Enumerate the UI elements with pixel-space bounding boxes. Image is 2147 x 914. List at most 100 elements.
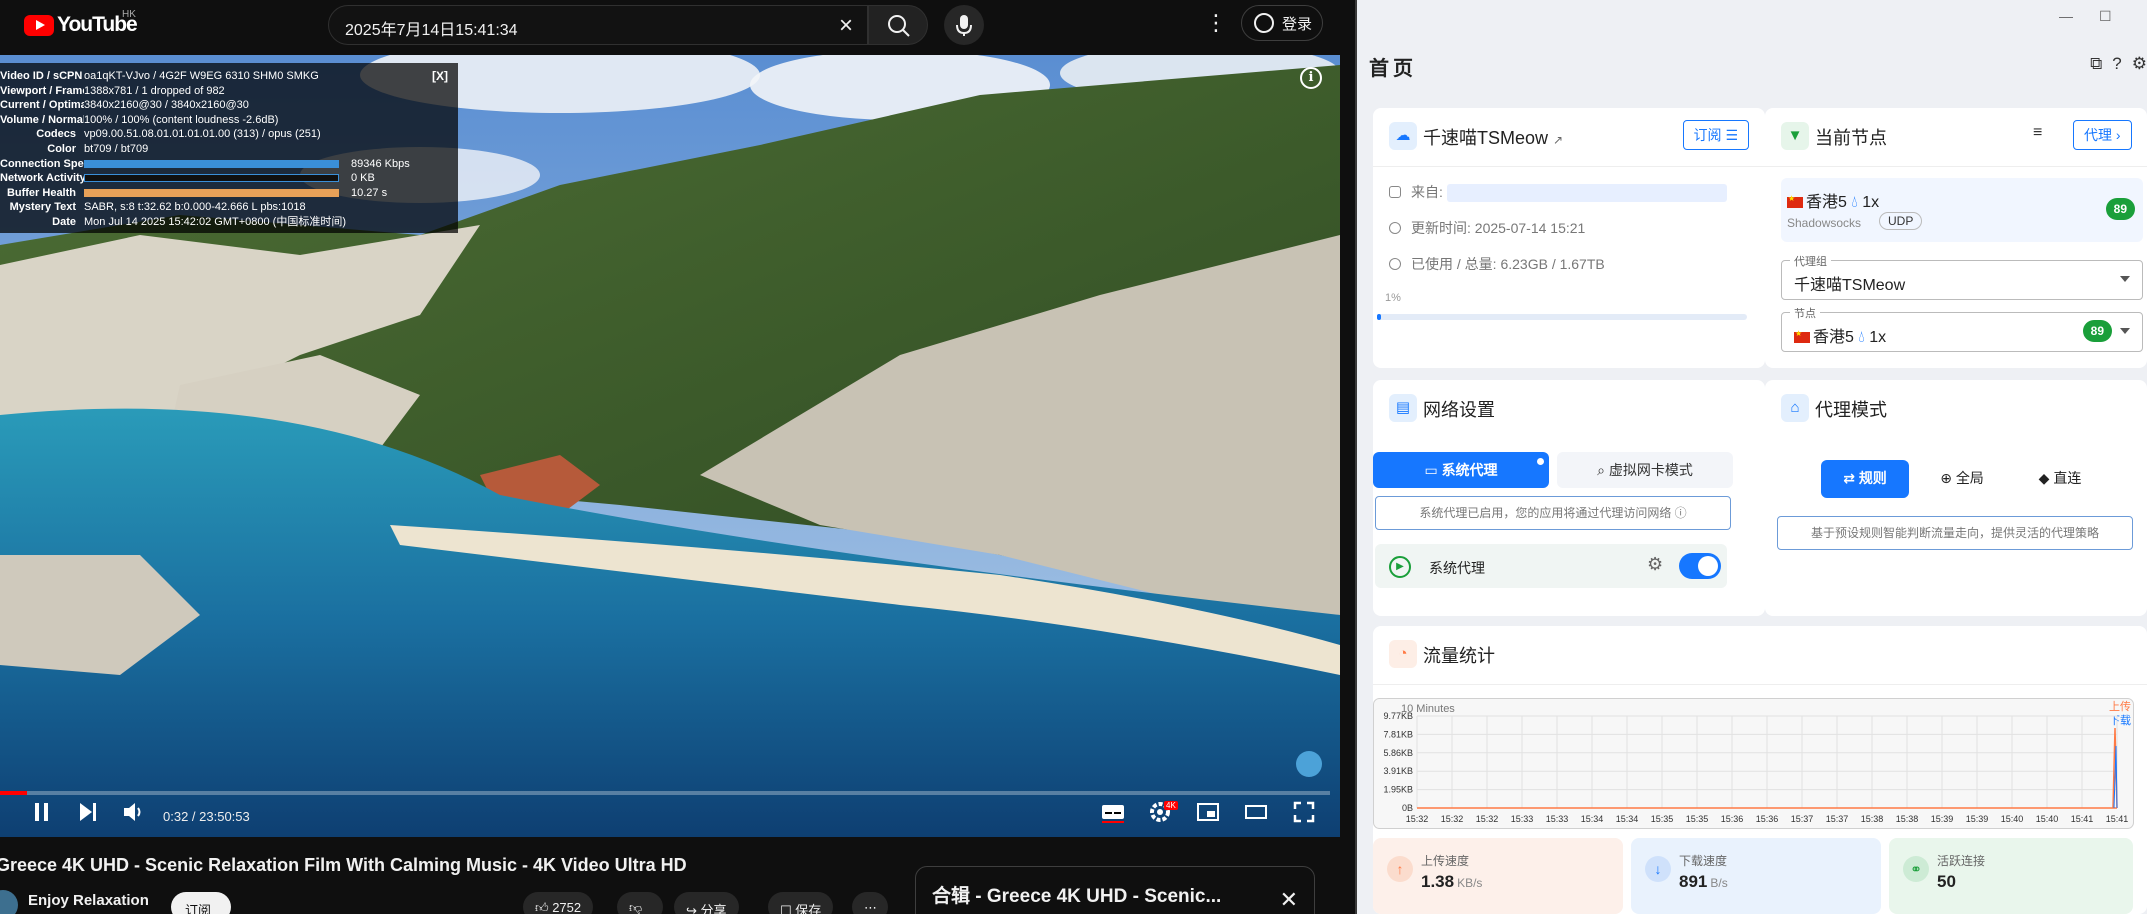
maximize-icon[interactable]: ☐ (2099, 8, 2112, 25)
gear-icon[interactable]: ⚙ (1647, 554, 1663, 575)
channel-name[interactable]: Enjoy Relaxation (28, 892, 149, 909)
youtube-window: YouTube HK 2025年7月14日15:41:34 × ⋮ 登录 Vid… (0, 0, 1355, 914)
drop-icon: 💧︎ (1851, 194, 1858, 211)
nerd-stat-bar (84, 159, 339, 168)
proxy-mode-card: ⌂ 代理模式 ⇄ 规则 ⊕ 全局 ◆ 直连 基于预设规则智能判断流量走向，提供灵… (1765, 380, 2147, 616)
volume-icon[interactable] (122, 800, 146, 824)
mode-direct-button[interactable]: ◆ 直连 (2017, 460, 2103, 498)
search-button[interactable] (868, 5, 928, 45)
share-button[interactable]: ↪ 分享 (674, 892, 739, 914)
proxy-mode-hint: 基于预设规则智能判断流量走向，提供灵活的代理策略 (1777, 516, 2133, 550)
gauge-icon (1389, 258, 1401, 270)
save-button[interactable]: ☐ 保存 (768, 892, 834, 914)
subscribe-button[interactable]: 订阅 (171, 892, 231, 914)
nerd-stat-label: Volume / Normalized (0, 113, 84, 126)
close-playlist-icon[interactable]: ✕ (1280, 887, 1298, 913)
proxy-group-select[interactable]: 代理组 千速喵TSMeow (1781, 253, 2143, 300)
help-circle-icon: ⓘ (1674, 506, 1687, 520)
mix-playlist-panel[interactable]: 合辑 - Greece 4K UHD - Scenic... ✕ (915, 866, 1315, 914)
node-select[interactable]: 节点 香港5 💧︎ 1x 89 (1781, 305, 2143, 352)
nerd-stat-row: Buffer Health 10.27 s (0, 186, 458, 201)
account-icon (1254, 13, 1274, 33)
thumbs-down-icon: 👎︎ (629, 900, 643, 914)
x-tick-label: 15:34 (1581, 814, 1604, 824)
clear-search-icon[interactable]: × (839, 12, 853, 40)
ellipsis-icon: ⋯ (864, 900, 877, 914)
nerd-stat-row: Date Mon Jul 14 2025 15:42:02 GMT+0800 (中… (0, 215, 458, 230)
download-speed-card: ↓ 下载速度 891 B/s (1631, 838, 1881, 914)
like-button[interactable]: 👍︎ 2752 (523, 892, 594, 914)
video-progress-bar[interactable] (0, 791, 1330, 795)
fullscreen-icon[interactable] (1292, 800, 1316, 824)
stat-value: 891 B/s (1679, 872, 1728, 891)
x-tick-label: 15:32 (1441, 814, 1464, 824)
system-proxy-label: 系统代理 (1429, 560, 1485, 576)
login-label: 登录 (1282, 15, 1313, 33)
drop-icon: 💧︎ (1858, 329, 1865, 346)
stat-value: 50 (1937, 872, 1956, 891)
nerd-stat-label: Video ID / sCPN (0, 70, 83, 82)
traffic-title: 流量统计 (1423, 646, 1495, 666)
subscription-source: 来自: (1389, 182, 1727, 203)
card-divider (1373, 166, 1765, 167)
system-proxy-toggle[interactable] (1679, 553, 1721, 579)
globe-icon: ⊕ (1940, 470, 1956, 486)
list-icon: ☰ (1725, 127, 1738, 143)
next-icon[interactable] (76, 800, 100, 824)
pause-icon[interactable] (30, 800, 54, 824)
upload-speed-card: ↑ 上传速度 1.38 KB/s (1373, 838, 1623, 914)
dislike-button[interactable]: 👎︎ (617, 892, 663, 914)
search-input[interactable]: 2025年7月14日15:41:34 (345, 16, 518, 40)
theater-mode-icon[interactable] (1244, 800, 1268, 824)
subscribe-label: 订阅 (1693, 127, 1722, 143)
latency-badge: 89 (2105, 198, 2135, 220)
selected-node-name: 香港5 💧︎ 1x (1787, 188, 1879, 212)
more-options-icon[interactable]: ⋮ (1205, 12, 1227, 34)
active-connections-card: ⚭ 活跃连接 50 (1889, 838, 2133, 914)
mode-global-button[interactable]: ⊕ 全局 (1919, 460, 2005, 498)
x-tick-label: 15:39 (1931, 814, 1954, 824)
voice-search-button[interactable] (944, 5, 984, 45)
mode-rule-button[interactable]: ⇄ 规则 (1821, 460, 1909, 498)
tab-tun-mode[interactable]: ⌕ 虚拟网卡模式 (1557, 452, 1733, 488)
x-tick-label: 15:37 (1826, 814, 1849, 824)
settings-icon[interactable]: ⚙ (2132, 54, 2147, 74)
nerd-stat-row: Video ID / sCPN oa1qKT-VJvo / 4G2F W9EG 6… (0, 69, 458, 84)
channel-avatar[interactable] (0, 890, 18, 914)
video-player[interactable]: Video ID / sCPN oa1qKT-VJvo / 4G2F W9EG 6… (0, 55, 1340, 837)
nerd-stat-value: 0 KB (84, 171, 458, 186)
x-tick-label: 15:35 (1651, 814, 1674, 824)
network-hint: 系统代理已启用，您的应用将通过代理访问网络 ⓘ (1375, 496, 1731, 530)
share-icon: ↪ (686, 903, 701, 914)
login-button[interactable]: 登录 (1241, 5, 1323, 41)
sort-icon[interactable]: ≡ (2033, 124, 2042, 142)
youtube-logo[interactable]: YouTube HK (24, 9, 138, 37)
miniplayer-icon[interactable] (1196, 800, 1220, 824)
selected-node-box[interactable]: 香港5 💧︎ 1x Shadowsocks UDP 89 (1781, 178, 2143, 242)
search-box[interactable]: 2025年7月14日15:41:34 × (328, 5, 868, 45)
proxy-button[interactable]: 代理 › (2073, 120, 2132, 150)
tab-system-proxy[interactable]: ▭ 系统代理 (1373, 452, 1549, 488)
traffic-chart: 10 Minutes 上传下载9.77KB7.81KB5.86KB3.91KB1.… (1373, 698, 2134, 829)
y-tick-label: 0B (1402, 803, 1413, 813)
nerd-stat-value: bt709 / bt709 (84, 142, 149, 155)
network-title: 网络设置 (1423, 400, 1495, 420)
microphone-icon (956, 15, 972, 36)
x-tick-label: 15:40 (2001, 814, 2024, 824)
stats-close-button[interactable]: [X] (432, 69, 448, 83)
subtitles-icon[interactable] (1101, 800, 1125, 824)
subscribe-button[interactable]: 订阅 ☰ (1682, 120, 1749, 150)
nerd-stat-value: 89346 Kbps (84, 157, 458, 172)
nerd-stat-value: 3840x2160@30 / 3840x2160@30 (84, 99, 249, 112)
proxy-group-value: 千速喵TSMeow (1794, 277, 1906, 294)
subscription-name[interactable]: 千速喵TSMeow ↗ (1423, 124, 1563, 150)
info-icon[interactable]: i (1300, 67, 1322, 89)
node-latency-badge: 89 (2082, 320, 2112, 342)
more-actions-button[interactable]: ⋯ (852, 892, 888, 914)
card-divider (1765, 166, 2147, 167)
mini-mode-icon[interactable]: ⧉ (2090, 54, 2102, 74)
system-proxy-row: ▶ 系统代理 ⚙ (1375, 544, 1727, 588)
minimize-icon[interactable]: — (2059, 8, 2073, 24)
help-icon[interactable]: ? (2112, 54, 2121, 74)
node-select-name: 香港5 (1813, 329, 1854, 346)
